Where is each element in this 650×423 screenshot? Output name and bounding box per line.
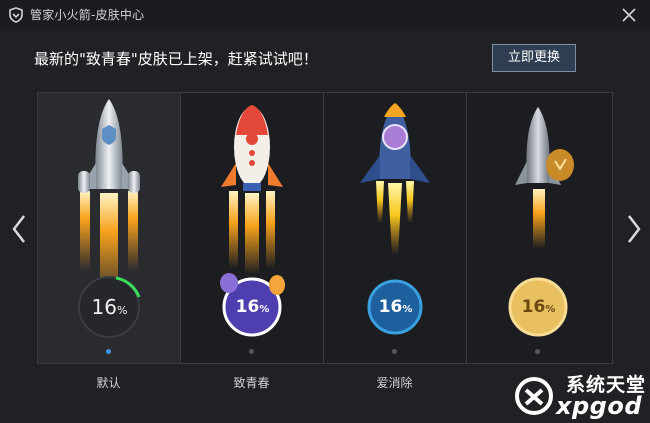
default-rocket-icon <box>78 99 141 338</box>
skin-card-gold[interactable]: 16% <box>467 93 610 363</box>
page-indicator <box>535 349 540 354</box>
youth-rocket-icon <box>220 105 285 337</box>
promo-banner-text: 最新的"致青春"皮肤已上架，赶紧试试吧！ <box>34 50 318 68</box>
skin-label-youth: 致青春 <box>233 376 270 390</box>
skin-card-love-elimination[interactable]: 16% <box>324 93 467 363</box>
gold-rocket-icon <box>508 107 574 337</box>
watermark-logo-icon <box>515 377 553 415</box>
skin-label-love-elimination: 爱消除 <box>376 376 413 390</box>
page-indicator <box>392 349 397 354</box>
progress-badge: 16% <box>521 297 556 317</box>
skin-card-default[interactable]: 16% <box>38 93 181 363</box>
progress-badge: 16% <box>91 295 128 319</box>
apply-now-button[interactable]: 立即更换 <box>492 44 576 72</box>
site-watermark: 系统天堂 xpgod <box>508 368 650 423</box>
skin-label-default: 默认 <box>96 376 121 390</box>
chevron-left-icon[interactable] <box>8 212 30 246</box>
window-title: 管家小火箭-皮肤中心 <box>30 8 145 22</box>
title-bar: 管家小火箭-皮肤中心 <box>0 0 650 30</box>
page-indicator <box>249 349 254 354</box>
chevron-right-icon[interactable] <box>623 212 645 246</box>
skin-center-window: 管家小火箭-皮肤中心 最新的"致青春"皮肤已上架，赶紧试试吧！ 立即更换 16%… <box>0 0 650 423</box>
love-elimination-rocket-icon <box>360 103 430 335</box>
selected-indicator <box>106 349 111 354</box>
progress-badge: 16% <box>378 297 413 317</box>
close-icon[interactable] <box>618 4 640 26</box>
skin-card-youth[interactable]: 16% <box>181 93 324 363</box>
shield-logo-icon <box>9 7 23 23</box>
watermark-text-bottom: xpgod <box>556 392 643 420</box>
progress-badge: 16% <box>235 297 270 317</box>
skin-gallery: 16% 16% 16% 16% <box>37 92 613 364</box>
